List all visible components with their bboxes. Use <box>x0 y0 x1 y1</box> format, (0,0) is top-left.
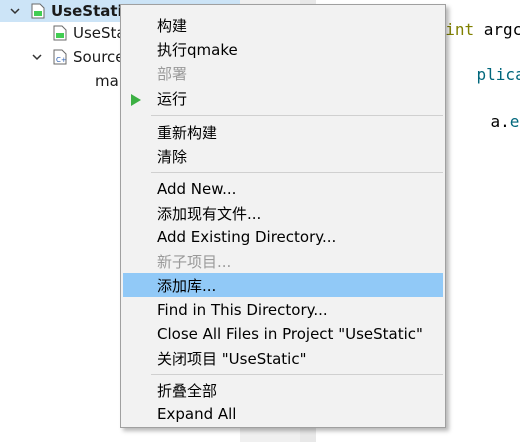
menu-item-label: 折叠全部 <box>157 381 218 400</box>
menu-item-label: Expand All <box>157 405 237 423</box>
menu-item-label: Find in This Directory... <box>157 301 328 319</box>
menu-item-label: 添加库... <box>157 276 217 295</box>
menu-item-new-subproject: 新子项目... <box>123 249 443 273</box>
menu-item-label: 清除 <box>157 147 188 166</box>
code-token: plicati <box>476 65 520 84</box>
code-token: exec <box>509 112 520 131</box>
svg-text:C+: C+ <box>56 56 67 64</box>
menu-item-add-existing-directory[interactable]: Add Existing Directory... <box>123 225 443 249</box>
code-token: int <box>445 20 484 39</box>
cpp-folder-icon: C+ <box>53 49 67 65</box>
menu-item-label: 重新构建 <box>157 123 218 142</box>
menu-item-label: Add New... <box>157 180 237 198</box>
menu-item-label: 部署 <box>157 64 188 83</box>
menu-separator <box>151 172 443 173</box>
menu-item-close-project[interactable]: 关闭项目 "UseStatic" <box>123 346 443 370</box>
menu-item-label: 构建 <box>157 16 188 35</box>
menu-item-label: 运行 <box>157 89 188 108</box>
chevron-down-icon[interactable] <box>31 51 43 63</box>
menu-item-add-existing-files[interactable]: 添加现有文件... <box>123 201 443 225</box>
menu-item-clean[interactable]: 清除 <box>123 144 443 168</box>
chevron-down-icon[interactable] <box>9 5 21 17</box>
qt-project-icon <box>31 3 45 19</box>
menu-item-rebuild[interactable]: 重新构建 <box>123 120 443 144</box>
menu-item-expand-all[interactable]: Expand All <box>123 402 443 426</box>
code-line: plicati <box>438 46 520 84</box>
menu-separator <box>151 115 443 116</box>
context-menu: 构建 执行qmake 部署 运行 重新构建 清除 Add New... 添加现有… <box>120 4 446 428</box>
menu-item-add-library[interactable]: 添加库... <box>123 273 443 297</box>
menu-item-label: Add Existing Directory... <box>157 228 337 246</box>
menu-item-collapse-all[interactable]: 折叠全部 <box>123 378 443 402</box>
menu-item-label: Close All Files in Project "UseStatic" <box>157 325 423 343</box>
menu-item-close-all-files[interactable]: Close All Files in Project "UseStatic" <box>123 322 443 346</box>
code-token: argc, <box>483 20 520 39</box>
menu-item-label: 新子项目... <box>157 252 232 271</box>
menu-item-add-new[interactable]: Add New... <box>123 177 443 201</box>
menu-item-find-in-directory[interactable]: Find in This Directory... <box>123 298 443 322</box>
run-icon <box>131 92 141 106</box>
menu-item-build[interactable]: 构建 <box>123 13 443 37</box>
qt-pro-file-icon <box>53 25 67 41</box>
menu-item-label: 执行qmake <box>157 40 238 59</box>
menu-item-deploy: 部署 <box>123 61 443 85</box>
code-token: a. <box>490 112 510 131</box>
code-line: a.exec() <box>452 93 520 131</box>
menu-item-label: 添加现有文件... <box>157 204 262 223</box>
menu-item-run[interactable]: 运行 <box>123 86 443 110</box>
menu-item-label: 关闭项目 "UseStatic" <box>157 349 307 368</box>
menu-separator <box>151 374 443 375</box>
menu-item-run-qmake[interactable]: 执行qmake <box>123 37 443 61</box>
